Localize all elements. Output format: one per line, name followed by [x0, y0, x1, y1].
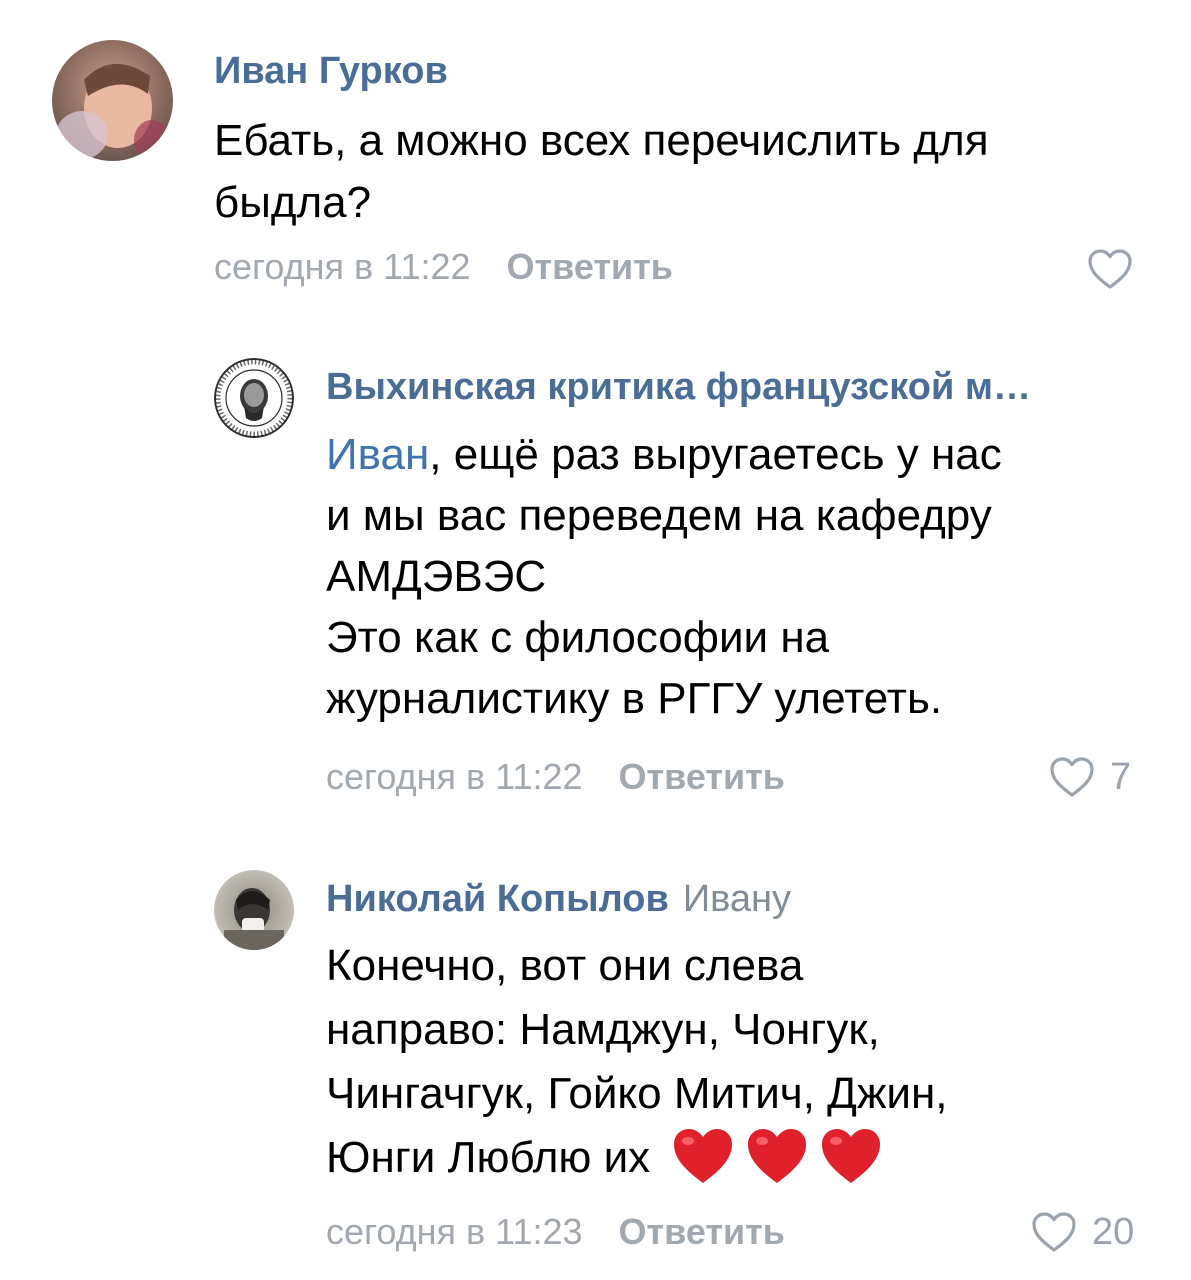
comment-text-line: Ебать, а можно всех перечислить для	[214, 116, 989, 165]
comment-meta: сегодня в 11:23 Ответить	[326, 1211, 785, 1253]
author-name-row: Николай Копылов Ивану	[326, 878, 791, 921]
logo-seal-icon	[214, 358, 294, 438]
comment-text-line: направо: Намджун, Чонгук,	[326, 1005, 880, 1054]
like-button[interactable]: 7	[1048, 755, 1131, 799]
author-name[interactable]: Иван Гурков	[214, 50, 448, 93]
comment-time: сегодня в 11:22	[214, 246, 471, 287]
heart-outline-icon	[1032, 1212, 1076, 1252]
comment-text-line: Юнги Люблю их	[326, 1126, 948, 1191]
comment-text-last: Юнги Люблю их	[326, 1133, 651, 1182]
avatar-photo-icon	[214, 870, 294, 950]
like-count: 7	[1110, 755, 1132, 798]
comment-text-line: АМДЭВЭС	[326, 552, 547, 601]
reply-button[interactable]: Ответить	[619, 1211, 785, 1252]
reply-button[interactable]: Ответить	[619, 756, 785, 797]
comment-text-rest: , ещё раз выругаетесь у нас	[429, 430, 1002, 479]
comment-meta: сегодня в 11:22 Ответить	[326, 756, 785, 798]
like-button[interactable]: 20	[1030, 1210, 1134, 1254]
heart-outline-icon	[1050, 757, 1094, 797]
avatar-nikolay-kopylov[interactable]	[214, 870, 294, 950]
reply-button[interactable]: Ответить	[507, 246, 673, 287]
red-heart-emoji-icon	[674, 1129, 733, 1184]
comment-text-line: Это как с философии на	[326, 613, 830, 662]
comment-text-line: Конечно, вот они слева	[326, 941, 804, 990]
comment-text-line: Иван, ещё раз выругаетесь у нас	[326, 424, 1002, 485]
like-button[interactable]	[1086, 247, 1134, 291]
heart-outline-icon	[1088, 249, 1132, 289]
comment-text-line: и мы вас переведем на кафедру	[326, 491, 992, 540]
mention-link[interactable]: Иван	[326, 430, 429, 479]
avatar-ivan-gurkov[interactable]	[52, 40, 173, 161]
avatar-photo-icon	[52, 40, 173, 161]
avatar-vykhinskaya-kritika[interactable]	[214, 358, 294, 438]
comment-text: Ебать, а можно всех перечислить для быдл…	[214, 110, 989, 234]
comment-text: Конечно, вот они слева направо: Намджун,…	[326, 934, 948, 1191]
comment-meta: сегодня в 11:22 Ответить	[214, 246, 673, 288]
comment-text: Иван, ещё раз выругаетесь у нас и мы вас…	[326, 424, 1002, 729]
author-name[interactable]: Выхинская критика французской м…	[326, 366, 1031, 409]
like-count: 20	[1092, 1210, 1135, 1253]
comment-time: сегодня в 11:22	[326, 756, 583, 797]
comment-time: сегодня в 11:23	[326, 1211, 583, 1252]
author-name[interactable]: Николай Копылов	[326, 878, 669, 920]
comment-text-line: Чингачгук, Гойко Митич, Джин,	[326, 1069, 948, 1118]
comment-text-line: журналистику в РГГУ улететь.	[326, 674, 943, 723]
comment-text-line: быдла?	[214, 178, 372, 227]
red-heart-emoji-icon	[748, 1129, 807, 1184]
red-heart-emoji-icon	[822, 1129, 881, 1184]
reply-to-label[interactable]: Ивану	[683, 878, 791, 920]
heart-emojis	[670, 1125, 884, 1187]
